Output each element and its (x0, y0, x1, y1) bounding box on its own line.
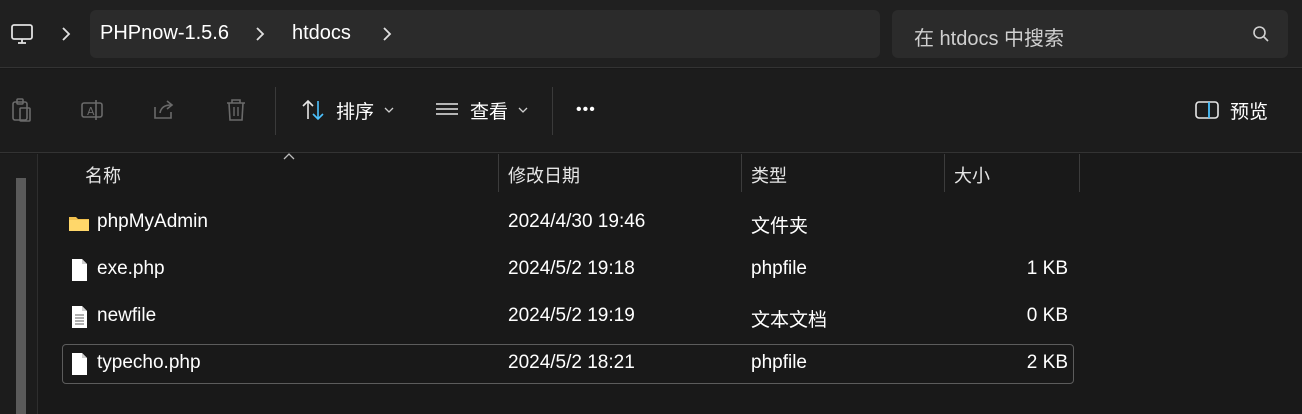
file-row[interactable]: phpMyAdmin 2024/4/30 19:46 文件夹 (62, 203, 1074, 243)
column-divider[interactable] (1079, 154, 1080, 192)
share-icon[interactable] (151, 97, 177, 123)
sort-icon (302, 99, 324, 121)
column-header-modified[interactable]: 修改日期 (508, 162, 580, 188)
file-name: typecho.php (97, 352, 201, 373)
address-bar: PHPnow-1.5.6 htdocs 在 htdocs 中搜索 (0, 0, 1302, 68)
sort-button[interactable]: 排序 (300, 91, 394, 129)
search-input[interactable]: 在 htdocs 中搜索 (914, 22, 1064, 51)
file-type: 文件夹 (751, 216, 809, 237)
delete-icon[interactable] (223, 97, 249, 123)
breadcrumb-item[interactable]: PHPnow-1.5.6 (100, 22, 229, 45)
rename-icon[interactable]: A (79, 97, 105, 123)
this-pc-icon[interactable] (10, 22, 34, 46)
file-size: 2 KB (1026, 352, 1068, 373)
file-size: 0 KB (1026, 305, 1068, 326)
nav-scrollbar-thumb[interactable] (16, 178, 26, 414)
search-icon[interactable] (1252, 25, 1270, 43)
file-icon (72, 353, 87, 375)
folder-icon (69, 217, 89, 231)
preview-pane-icon (1195, 101, 1219, 119)
view-button[interactable]: 查看 (434, 91, 528, 129)
file-name: exe.php (97, 258, 165, 279)
column-divider[interactable] (944, 154, 945, 192)
chevron-right-icon[interactable] (253, 26, 267, 42)
column-header-size[interactable]: 大小 (954, 162, 990, 188)
chevron-right-icon[interactable] (59, 26, 73, 42)
text-file-icon (72, 306, 87, 328)
column-header-name[interactable]: 名称 (85, 162, 121, 188)
file-row[interactable]: exe.php 2024/5/2 19:18 phpfile 1 KB (62, 250, 1074, 290)
file-row[interactable]: newfile 2024/5/2 19:19 文本文档 0 KB (62, 297, 1074, 337)
file-modified: 2024/5/2 19:19 (508, 305, 635, 326)
toolbar-divider (552, 87, 553, 135)
column-header: 名称 修改日期 类型 大小 (39, 154, 1302, 194)
file-name: phpMyAdmin (97, 211, 208, 232)
file-modified: 2024/4/30 19:46 (508, 211, 646, 232)
preview-pane-button[interactable]: 预览 (1194, 91, 1268, 129)
file-row-focused[interactable]: typecho.php 2024/5/2 18:21 phpfile 2 KB (62, 344, 1074, 384)
breadcrumb-item[interactable]: htdocs (292, 22, 351, 45)
file-name: newfile (97, 305, 157, 326)
file-size: 1 KB (1026, 258, 1068, 279)
file-modified: 2024/5/2 18:21 (508, 352, 635, 373)
column-divider[interactable] (498, 154, 499, 192)
preview-label: 预览 (1230, 101, 1269, 123)
file-type: phpfile (751, 352, 807, 373)
command-bar: A 排序 查看 ••• 预览 (0, 69, 1302, 153)
chevron-down-icon (384, 107, 394, 113)
column-header-type[interactable]: 类型 (751, 162, 787, 188)
search-box[interactable]: 在 htdocs 中搜索 (892, 10, 1288, 58)
file-modified: 2024/5/2 19:18 (508, 258, 635, 279)
view-label: 查看 (470, 101, 509, 123)
view-icon (436, 103, 458, 115)
column-divider[interactable] (741, 154, 742, 192)
toolbar-divider (275, 87, 276, 135)
file-icon (72, 259, 87, 281)
sort-label: 排序 (336, 101, 375, 123)
file-type: 文本文档 (751, 310, 828, 331)
paste-icon[interactable] (8, 97, 34, 123)
chevron-down-icon (518, 107, 528, 113)
svg-text:A: A (87, 105, 95, 118)
chevron-right-icon[interactable] (380, 26, 394, 42)
more-options-button[interactable]: ••• (576, 91, 596, 129)
file-type: phpfile (751, 258, 807, 279)
more-options-icon: ••• (576, 101, 596, 118)
